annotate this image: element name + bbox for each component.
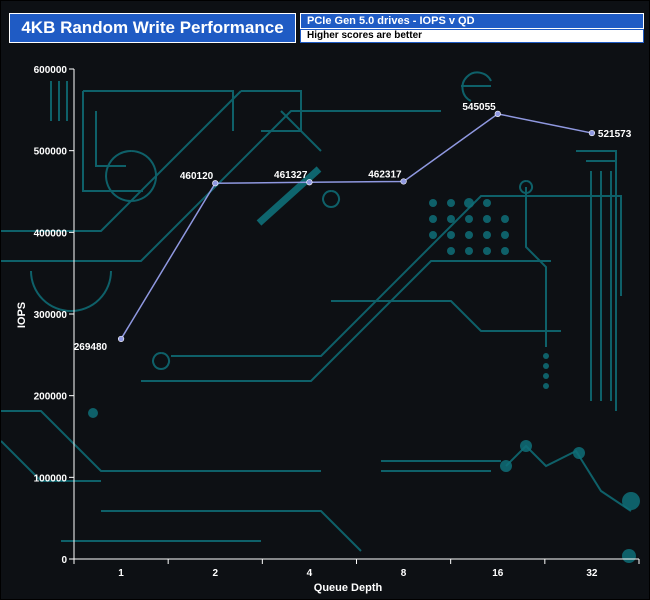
series-line <box>120 113 593 340</box>
data-point <box>306 179 313 186</box>
x-tick-label: 1 <box>118 568 124 579</box>
y-tick-label: 200000 <box>34 392 68 403</box>
data-labels: 269480 460120 461327 462317 545055 521573 <box>74 102 632 353</box>
y-tick-label: 500000 <box>34 147 68 158</box>
data-point <box>494 110 501 117</box>
x-tick-label: 8 <box>401 568 407 579</box>
y-tick-label: 300000 <box>34 310 68 321</box>
y-tick-label: 400000 <box>34 228 68 239</box>
y-axis-title: IOPS <box>16 302 28 328</box>
data-label: 521573 <box>598 129 632 140</box>
data-point <box>117 335 125 343</box>
data-label: 462317 <box>368 169 402 180</box>
y-tick-label: 100000 <box>34 473 68 484</box>
axes <box>73 69 639 560</box>
x-tick-label: 16 <box>492 568 504 579</box>
data-label: 461327 <box>274 170 308 181</box>
x-tick-label: 32 <box>586 568 598 579</box>
data-label: 269480 <box>74 342 108 353</box>
y-tick-label: 600000 <box>34 65 68 76</box>
data-point <box>212 180 219 187</box>
chart-frame: 4KB Random Write Performance PCIe Gen 5.… <box>0 0 650 600</box>
data-point <box>400 178 407 185</box>
data-label: 545055 <box>462 102 496 113</box>
y-tick-labels: 0 100000 200000 300000 400000 500000 600000 <box>34 65 74 566</box>
series-line-group <box>120 113 593 340</box>
x-axis-title: Queue Depth <box>314 582 383 594</box>
x-tick-label: 4 <box>307 568 313 579</box>
x-tick-labels: 1 2 4 8 16 32 <box>73 559 640 579</box>
circuit-background <box>1 71 632 552</box>
x-tick-label: 2 <box>212 568 218 579</box>
y-tick-label: 0 <box>61 555 67 566</box>
line-chart: 0 100000 200000 300000 400000 500000 600000 1 2… <box>1 65 640 594</box>
data-label: 460120 <box>180 171 214 182</box>
data-point <box>588 129 596 137</box>
